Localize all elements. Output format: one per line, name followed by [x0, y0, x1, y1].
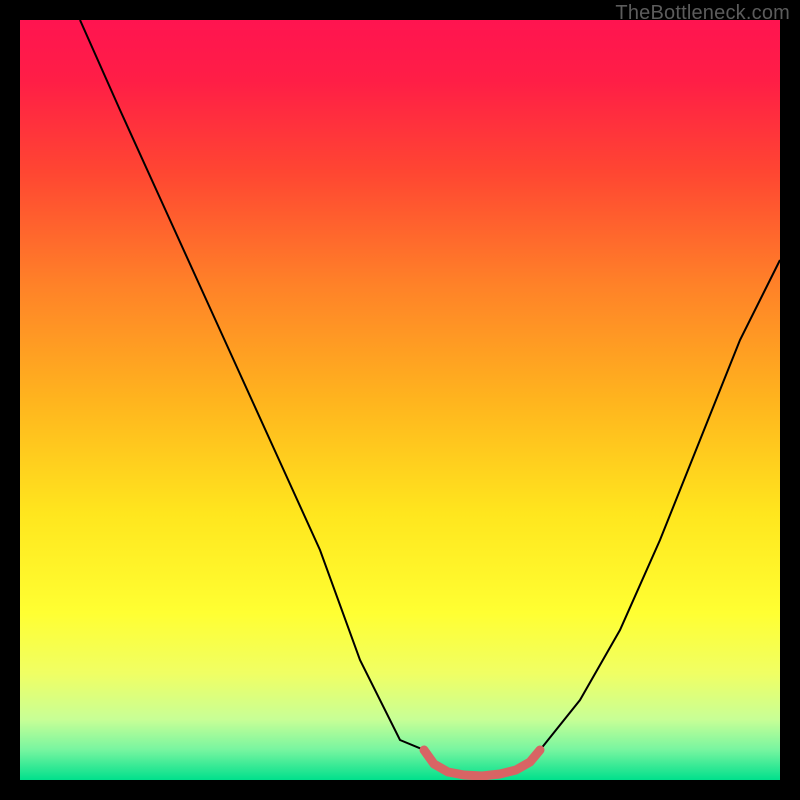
gradient-background: [20, 20, 780, 780]
bottleneck-curve-chart: [20, 20, 780, 780]
watermark-text: TheBottleneck.com: [615, 2, 790, 25]
chart-frame: TheBottleneck.com: [0, 0, 800, 800]
plot-area: [20, 20, 780, 780]
